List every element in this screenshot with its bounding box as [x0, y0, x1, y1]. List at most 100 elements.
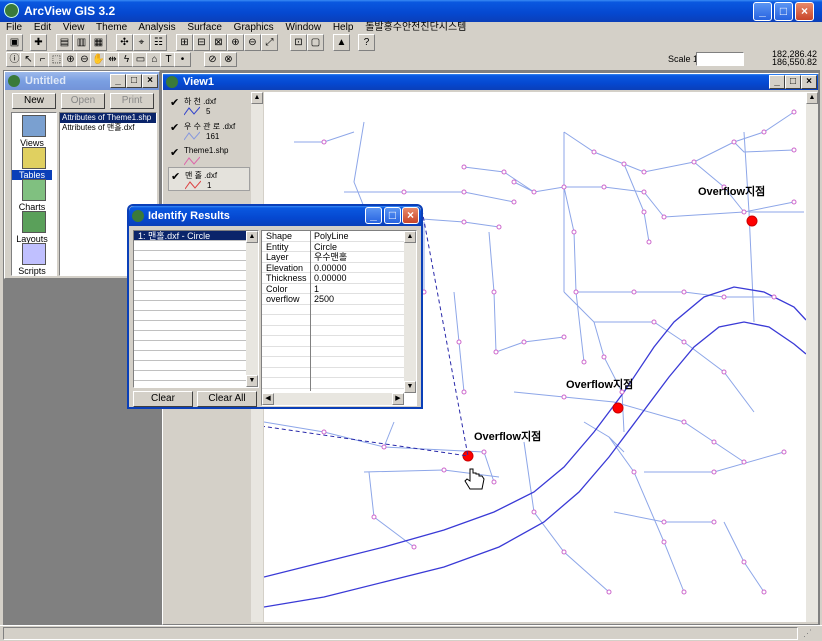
locate-icon[interactable]: ⌖	[133, 34, 150, 51]
overflow-point-1[interactable]	[746, 215, 758, 227]
views-icon[interactable]	[22, 115, 46, 137]
layout-icon[interactable]: ▲	[333, 34, 350, 51]
menu-flood-safety[interactable]: 돌발홍수안전진단시스템	[365, 22, 466, 33]
clear-selection-icon[interactable]: ▢	[307, 34, 324, 51]
select-features-icon[interactable]: ⊡	[290, 34, 307, 51]
project-title: Untitled	[25, 75, 66, 87]
minimize-button[interactable]: _	[753, 2, 772, 21]
app-title: ArcView GIS 3.2	[24, 4, 116, 18]
zoom-in-icon[interactable]: ⊕	[227, 34, 244, 51]
scroll-left-icon[interactable]: ◀	[262, 393, 274, 405]
overflow-point-2[interactable]	[612, 402, 624, 414]
attribute-row-empty	[262, 336, 416, 347]
checkbox-icon[interactable]: ✔	[171, 170, 180, 183]
charts-icon[interactable]	[22, 179, 46, 201]
clear-all-button[interactable]: Clear All	[197, 391, 257, 407]
menu-file[interactable]: File	[6, 22, 22, 33]
identify-close-button[interactable]: ×	[402, 207, 419, 224]
open-button[interactable]: Open	[61, 93, 105, 109]
menu-window[interactable]: Window	[285, 22, 321, 33]
toc-theme-river[interactable]: ✔ 하 천 .dxf 5	[168, 94, 248, 118]
line-symbol-icon	[184, 156, 200, 166]
edit-legend-icon[interactable]: ▥	[73, 34, 90, 51]
zoom-theme-icon[interactable]: ⊟	[193, 34, 210, 51]
project-minimize-button[interactable]: _	[110, 74, 126, 88]
table-icon[interactable]: ▦	[90, 34, 107, 51]
view-minimize-button[interactable]: _	[769, 75, 785, 89]
theme-properties-icon[interactable]: ▤	[56, 34, 73, 51]
feature-list-row-empty	[134, 241, 258, 251]
help-pointer-icon[interactable]: ?	[358, 34, 375, 51]
menu-graphics[interactable]: Graphics	[234, 22, 274, 33]
attribute-row: Elevation 0.00000	[262, 263, 416, 273]
draw-tool-icon[interactable]: •	[174, 52, 191, 67]
menu-theme[interactable]: Theme	[96, 22, 127, 33]
view-title-bar: View1 _ □ ×	[163, 74, 818, 90]
identify-maximize-button[interactable]: □	[384, 207, 401, 224]
menu-edit[interactable]: Edit	[34, 22, 51, 33]
attribute-key: Shape	[266, 231, 293, 241]
view-maximize-button[interactable]: □	[785, 75, 801, 89]
theme-sub: 1	[207, 181, 212, 190]
scroll-right-icon[interactable]: ▶	[392, 393, 404, 405]
arcview-app-icon	[4, 3, 19, 18]
layouts-icon[interactable]	[22, 211, 46, 233]
feature-list-item-selected[interactable]: 1: 맨홀.dxf - Circle	[134, 231, 258, 241]
checkbox-icon[interactable]: ✔	[170, 146, 179, 159]
button-bar: ▣ ✚ ▤ ▥ ▦ ✣ ⌖ ☷ ⊞ ⊟ ⊠ ⊕ ⊖ ⤢ ⊡ ▢ ▲ ?	[0, 34, 822, 52]
map-vertical-scrollbar[interactable]: ▲	[806, 92, 818, 622]
add-theme-icon[interactable]: ✚	[30, 34, 47, 51]
scale-input[interactable]	[696, 52, 744, 66]
checkbox-icon[interactable]: ✔	[170, 96, 179, 109]
feature-list-scrollbar[interactable]: ▲ ▼	[246, 231, 258, 387]
attribute-grid-vscrollbar[interactable]: ▲ ▼	[404, 231, 416, 393]
attribute-row: Thickness 0.00000	[262, 273, 416, 284]
project-item-theme1[interactable]: Attributes of Theme1.shp	[60, 113, 156, 123]
new-button[interactable]: New	[12, 93, 56, 109]
toc-theme-manhole[interactable]: ✔ 맨 홀 .dxf 1	[168, 167, 250, 191]
identify-minimize-button[interactable]: _	[365, 207, 382, 224]
snap-icon[interactable]: ⊘	[204, 52, 221, 67]
menu-help[interactable]: Help	[333, 22, 354, 33]
scroll-up-icon[interactable]: ▲	[404, 231, 416, 243]
save-project-icon[interactable]: ▣	[6, 34, 23, 51]
query-icon[interactable]: ☷	[150, 34, 167, 51]
zoom-selected-icon[interactable]: ⊠	[210, 34, 227, 51]
theme-sub: 161	[206, 132, 220, 141]
print-button[interactable]: Print	[110, 93, 154, 109]
attribute-row-empty	[262, 347, 416, 357]
attribute-key: Layer	[266, 252, 289, 262]
feature-list-row-empty	[134, 341, 258, 351]
scripts-label[interactable]: Scripts	[12, 266, 52, 276]
project-maximize-button[interactable]: □	[126, 74, 142, 88]
zoom-out-icon[interactable]: ⊖	[244, 34, 261, 51]
clear-button[interactable]: Clear	[133, 391, 193, 407]
scroll-down-icon[interactable]: ▼	[246, 375, 258, 387]
checkbox-icon[interactable]: ✔	[170, 121, 179, 134]
zoom-full-icon[interactable]: ⊞	[176, 34, 193, 51]
scripts-icon[interactable]	[22, 243, 46, 265]
menu-analysis[interactable]: Analysis	[138, 22, 175, 33]
view-close-button[interactable]: ×	[801, 75, 817, 89]
toc-theme-theme1[interactable]: ✔ Theme1.shp	[168, 144, 248, 166]
menu-view[interactable]: View	[63, 22, 85, 33]
scroll-down-icon[interactable]: ▼	[404, 381, 416, 393]
close-button[interactable]: ×	[795, 2, 814, 21]
maximize-button[interactable]: □	[774, 2, 793, 21]
attribute-grid-hscrollbar[interactable]: ◀ ▶	[262, 393, 404, 405]
feature-list-row-empty	[134, 271, 258, 281]
scroll-up-icon[interactable]: ▲	[251, 92, 263, 104]
find-icon[interactable]: ✣	[116, 34, 133, 51]
attribute-row-empty	[262, 326, 416, 336]
project-item-manhole[interactable]: Attributes of 맨홀.dxf	[60, 123, 156, 133]
tables-icon[interactable]	[22, 147, 46, 169]
project-close-button[interactable]: ×	[142, 74, 158, 88]
split-icon[interactable]: ⊗	[220, 52, 237, 67]
scroll-up-icon[interactable]: ▲	[246, 231, 258, 243]
attribute-value: 우수맨홀	[314, 252, 348, 262]
scroll-up-icon[interactable]: ▲	[806, 92, 818, 104]
menu-surface[interactable]: Surface	[187, 22, 221, 33]
toc-theme-pipe[interactable]: ✔ 우 수 관 로 .dxf 161	[168, 119, 248, 143]
zoom-previous-icon[interactable]: ⤢	[261, 34, 278, 51]
resize-grip-icon[interactable]: ⋰	[803, 628, 817, 640]
